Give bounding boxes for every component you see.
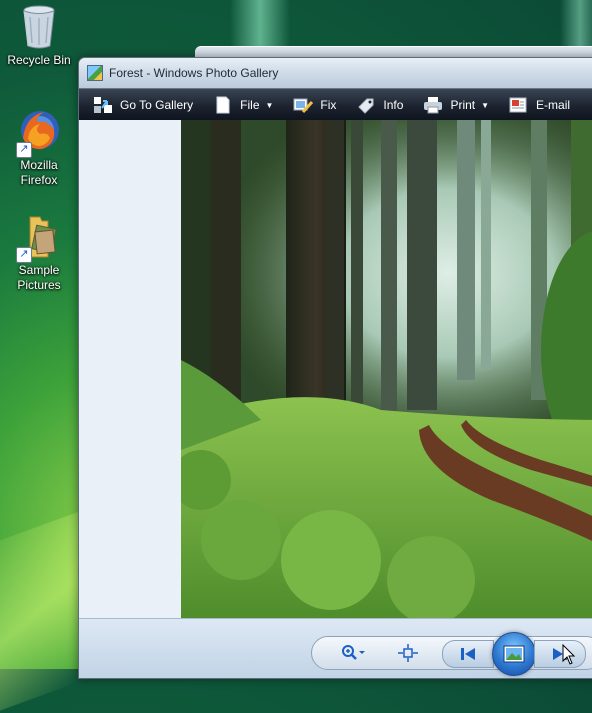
- file-menu-button[interactable]: File ▼: [213, 96, 273, 114]
- previous-icon: [461, 648, 475, 660]
- printer-icon: [423, 96, 443, 114]
- desktop-icon-label: Pictures: [17, 278, 61, 292]
- wallpaper-streak: [560, 0, 592, 50]
- chevron-down-icon: ▼: [481, 100, 490, 110]
- actual-size-icon: [398, 644, 418, 662]
- go-to-gallery-label: Go To Gallery: [120, 98, 194, 112]
- desktop-icon-label: Sample: [18, 263, 60, 277]
- print-menu-button[interactable]: Print ▼: [423, 96, 489, 114]
- desktop-icon-firefox[interactable]: ↗ Mozilla Firefox: [1, 108, 77, 188]
- photo-gallery-window: Forest - Windows Photo Gallery Go To Gal…: [78, 57, 592, 679]
- previous-button[interactable]: [442, 640, 494, 668]
- desktop-icon-label: Mozilla: [20, 158, 58, 172]
- info-label: Info: [383, 98, 404, 112]
- window-title: Forest - Windows Photo Gallery: [109, 66, 279, 80]
- firefox-icon: ↗: [16, 108, 60, 158]
- desktop-icon-label: Firefox: [20, 173, 58, 187]
- chevron-down-icon: ▼: [265, 100, 274, 110]
- navigation-controls: [311, 632, 592, 676]
- go-to-gallery-button[interactable]: Go To Gallery: [93, 96, 193, 114]
- fix-icon: [293, 96, 314, 114]
- toolbar: Go To Gallery File ▼ Fix Info Print ▼ E-…: [79, 88, 592, 121]
- email-label: E-mail: [536, 98, 571, 112]
- email-icon: [509, 96, 529, 114]
- recycle-bin-icon: [18, 3, 60, 49]
- desktop-icon-sample-pictures[interactable]: ↗ Sample Pictures: [1, 213, 77, 293]
- slide-show-icon: [503, 645, 525, 663]
- info-tag-icon: [356, 96, 376, 114]
- print-label: Print: [450, 98, 476, 112]
- desktop-icon-label: Recycle Bin: [7, 53, 71, 67]
- fix-button[interactable]: Fix: [293, 96, 336, 114]
- actual-size-button[interactable]: [396, 642, 420, 664]
- zoom-icon: [342, 645, 365, 660]
- folder-icon: ↗: [16, 213, 60, 263]
- mouse-cursor-icon: [562, 644, 576, 665]
- control-bar: [79, 618, 592, 678]
- zoom-button[interactable]: [336, 642, 370, 664]
- email-button[interactable]: E-mail: [509, 96, 570, 114]
- slide-show-button[interactable]: [492, 632, 536, 676]
- fix-label: Fix: [320, 98, 337, 112]
- photo-image: [181, 120, 592, 618]
- photo-gallery-app-icon: [87, 65, 103, 81]
- info-button[interactable]: Info: [356, 96, 403, 114]
- photo-viewer-area: [79, 120, 592, 618]
- next-button[interactable]: [534, 640, 586, 668]
- go-to-gallery-icon: [93, 96, 113, 114]
- file-icon: [213, 96, 233, 114]
- shortcut-arrow-icon: ↗: [16, 247, 32, 263]
- desktop-icon-recycle-bin[interactable]: Recycle Bin: [1, 3, 77, 68]
- shortcut-arrow-icon: ↗: [16, 142, 32, 158]
- title-bar[interactable]: Forest - Windows Photo Gallery: [79, 58, 592, 88]
- file-label: File: [240, 98, 260, 112]
